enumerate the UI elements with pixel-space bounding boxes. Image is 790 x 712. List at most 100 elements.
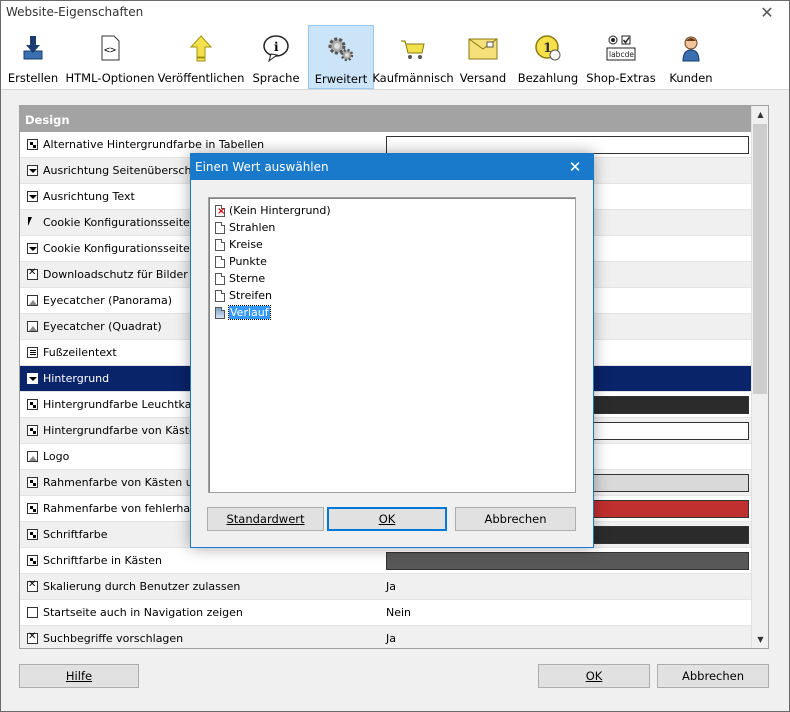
tab-label: Sprache: [252, 71, 300, 85]
list-item-label: Punkte: [229, 255, 267, 268]
property-label: Alternative Hintergrundfarbe in Tabellen: [43, 138, 265, 151]
svg-text:i: i: [274, 40, 279, 54]
color-property-icon: [27, 529, 38, 540]
tab-html-optionen[interactable]: <> HTML-Optionen: [62, 25, 158, 89]
list-item[interactable]: Punkte: [209, 253, 575, 270]
list-item[interactable]: Strahlen: [209, 219, 575, 236]
tab-veroeffentlichen[interactable]: Veröffentlichen: [158, 25, 244, 89]
file-icon: [215, 256, 225, 268]
no-background-file-icon: [215, 203, 225, 220]
property-label: Fußzeilentext: [43, 346, 117, 359]
ok-button[interactable]: OK: [538, 664, 650, 688]
dialog-cancel-button[interactable]: Abbrechen: [455, 507, 576, 531]
list-item-label: Streifen: [229, 289, 273, 302]
tab-label: Bezahlung: [517, 71, 579, 85]
tab-shop-extras[interactable]: labcde Shop-Extras: [582, 25, 660, 89]
checkbox-property-icon: [27, 631, 38, 644]
title-bar: Website-Eigenschaften ✕: [1, 1, 789, 25]
dropdown-property-icon: [27, 243, 38, 254]
list-item[interactable]: (Kein Hintergrund): [209, 202, 575, 220]
close-window-button[interactable]: ✕: [751, 1, 783, 25]
property-value: Ja: [386, 632, 396, 645]
dialog-close-button[interactable]: ✕: [563, 154, 587, 180]
dialog-ok-button[interactable]: OK: [327, 507, 447, 531]
text-property-icon: [27, 347, 38, 358]
property-label: Downloadschutz für Bilder: [43, 268, 188, 281]
property-label: Ausrichtung Seitenüberschrift: [43, 164, 207, 177]
list-item-selected[interactable]: Verlauf: [209, 304, 575, 321]
tab-kunden[interactable]: Kunden: [660, 25, 722, 89]
image-property-icon: [27, 321, 38, 332]
list-item-label: Kreise: [229, 238, 263, 251]
cursor-property-icon: [27, 217, 38, 228]
file-icon: [215, 273, 225, 285]
property-row[interactable]: Skalierung durch Benutzer zulassen Ja: [20, 574, 752, 600]
list-item-label: Strahlen: [229, 221, 276, 234]
section-header: Design: [20, 106, 752, 132]
list-item-label: Verlauf: [228, 305, 271, 320]
svg-text:labcde: labcde: [609, 50, 634, 59]
color-property-icon: [27, 399, 38, 410]
tab-sprache[interactable]: i Sprache: [244, 25, 308, 89]
gradient-file-icon: [215, 307, 225, 319]
file-icon: [215, 222, 225, 234]
tab-label: Kunden: [669, 71, 713, 85]
color-property-icon: [27, 555, 38, 566]
dialog-ok-button-label: OK: [378, 512, 396, 526]
dropdown-property-icon: [27, 191, 38, 202]
property-label: Startseite auch in Navigation zeigen: [43, 606, 243, 619]
list-item[interactable]: Streifen: [209, 287, 575, 304]
property-row[interactable]: Schriftfarbe in Kästen: [20, 548, 752, 574]
checkbox-property-icon: [27, 579, 38, 592]
tab-label: Erstellen: [7, 71, 59, 85]
property-label: Eyecatcher (Panorama): [43, 294, 173, 307]
download-icon: [16, 31, 50, 65]
property-row[interactable]: Suchbegriffe vorschlagen Ja: [20, 626, 752, 648]
property-label: Schriftfarbe in Kästen: [43, 554, 163, 567]
dropdown-property-icon: [27, 373, 38, 384]
help-button[interactable]: Hilfe: [19, 664, 139, 688]
tab-label: Shop-Extras: [586, 71, 656, 85]
checkbox-empty-icon: [27, 607, 38, 618]
toolbar: Erstellen <> HTML-Optionen Veröffentlich…: [1, 25, 789, 89]
tab-kaufmaennisch[interactable]: Kaufmännisch: [372, 25, 454, 89]
info-speech-icon: i: [259, 31, 293, 65]
scroll-up-arrow-icon[interactable]: ▲: [752, 106, 768, 123]
form-controls-icon: labcde: [604, 31, 638, 65]
dropdown-property-icon: [27, 165, 38, 176]
tab-versand[interactable]: Versand: [452, 25, 514, 89]
color-property-icon: [27, 503, 38, 514]
html-code-icon: <>: [93, 31, 127, 65]
property-row[interactable]: Startseite auch in Navigation zeigen Nein: [20, 600, 752, 626]
image-property-icon: [27, 451, 38, 462]
property-label: Hintergrundfarbe von Kästen u: [43, 424, 214, 437]
select-value-dialog: Einen Wert auswählen ✕ (Kein Hintergrund…: [190, 153, 594, 548]
vertical-scrollbar[interactable]: ▲ ▼: [751, 106, 768, 648]
cancel-button[interactable]: Abbrechen: [657, 664, 769, 688]
property-label: Suchbegriffe vorschlagen: [43, 632, 184, 645]
property-label: Hintergrund: [43, 372, 110, 385]
tab-erstellen[interactable]: Erstellen: [4, 25, 62, 89]
property-value: Ja: [386, 580, 396, 593]
default-value-button[interactable]: Standardwert: [207, 507, 324, 531]
envelope-icon: [466, 31, 500, 65]
color-swatch[interactable]: [386, 136, 749, 154]
file-icon: [215, 290, 225, 302]
coin-icon: 1: [531, 31, 565, 65]
scroll-down-arrow-icon[interactable]: ▼: [752, 631, 768, 648]
color-swatch[interactable]: [386, 552, 749, 570]
property-label: Logo: [43, 450, 70, 463]
list-item[interactable]: Sterne: [209, 270, 575, 287]
tab-erweitert[interactable]: Erweitert: [308, 25, 374, 89]
property-label: Rahmenfarbe von fehlerhaften: [43, 502, 212, 515]
property-label: Schriftfarbe: [43, 528, 108, 541]
list-item[interactable]: Kreise: [209, 236, 575, 253]
value-listbox[interactable]: (Kein Hintergrund) Strahlen Kreise Punkt…: [208, 197, 576, 493]
default-value-button-label: Standardwert: [226, 512, 305, 526]
scrollbar-thumb[interactable]: [753, 124, 767, 394]
property-value: Nein: [386, 606, 412, 619]
window-title: Website-Eigenschaften: [6, 5, 144, 19]
tab-bezahlung[interactable]: 1 Bezahlung: [514, 25, 582, 89]
color-property-icon: [27, 425, 38, 436]
list-item-label: (Kein Hintergrund): [229, 204, 331, 217]
